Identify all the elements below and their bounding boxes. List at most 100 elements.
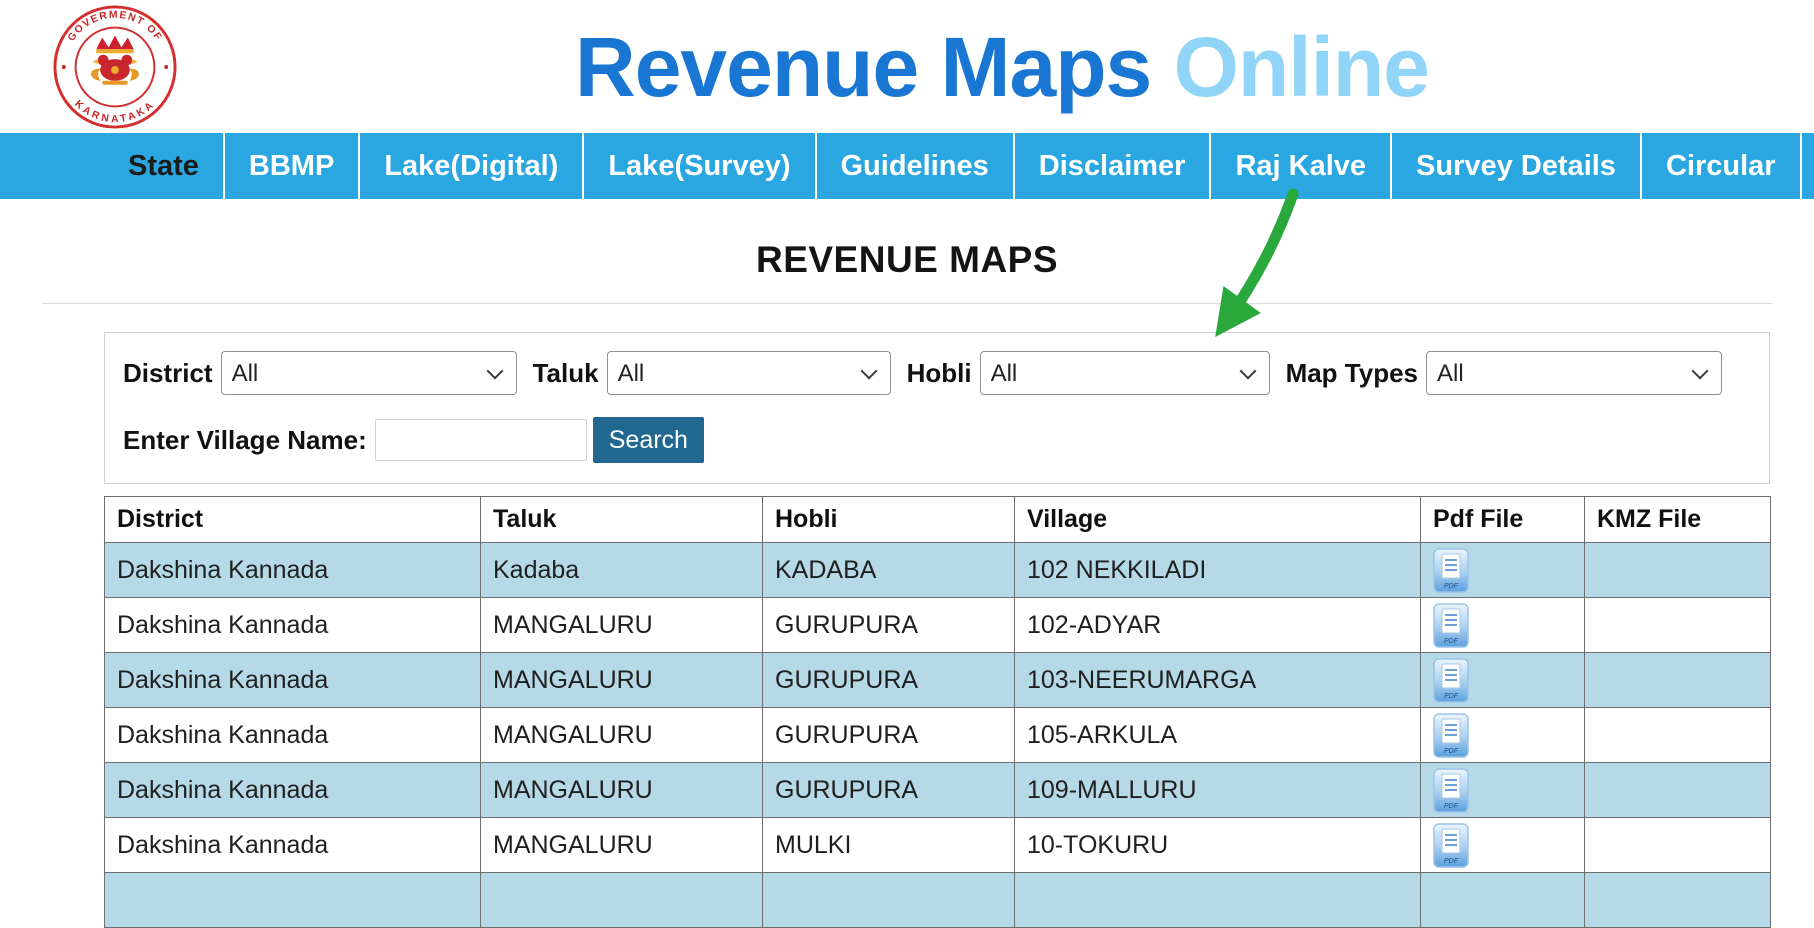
svg-text:PDF: PDF: [1444, 693, 1459, 700]
village-cell: 109-MALLURU: [1014, 762, 1421, 818]
pdf-file-icon[interactable]: PDF: [1433, 602, 1469, 648]
page-heading: REVENUE MAPS: [755, 239, 1059, 280]
kmz-file-cell: [1584, 762, 1771, 818]
taluk-cell: MANGALURU: [480, 597, 763, 653]
site-header: GOVERMENT OF KARNATAKA Revenue Maps Onli…: [0, 0, 1814, 133]
table-body: Dakshina Kannada Kadaba KADABA 102 NEKKI…: [104, 542, 1771, 928]
taluk-cell: MANGALURU: [480, 817, 763, 873]
nav-item-lake-digital[interactable]: Lake(Digital): [360, 133, 585, 199]
nav-item-label: Disclaimer: [1038, 149, 1186, 182]
village-cell: 10-TOKURU: [1014, 817, 1421, 873]
pdf-file-cell: PDF: [1420, 817, 1585, 873]
taluk-cell: Kadaba: [480, 542, 763, 598]
table-header-cell: Hobli: [762, 496, 1015, 543]
district-select[interactable]: All: [220, 351, 517, 395]
pdf-file-icon[interactable]: PDF: [1433, 657, 1469, 703]
site-title-secondary: Online: [1173, 19, 1430, 114]
village-cell: 102 NEKKILADI: [1014, 542, 1421, 598]
taluk-label: Taluk: [532, 357, 599, 388]
map-types-select-wrap: All: [1426, 351, 1722, 395]
nav-item-disclaimer[interactable]: Disclaimer: [1015, 133, 1212, 199]
taluk-select-wrap: All: [606, 351, 891, 395]
map-types-label: Map Types: [1285, 357, 1418, 388]
hobli-cell: KADABA: [762, 542, 1015, 598]
svg-text:PDF: PDF: [1444, 638, 1459, 645]
nav-item-bbmp[interactable]: BBMP: [225, 133, 361, 199]
table-header-row: District Taluk Hobli Village Pdf File KMZ Fil…: [104, 496, 1771, 543]
nav-item-label: State: [128, 149, 199, 182]
kmz-file-cell: [1584, 597, 1771, 653]
filter-panel: District All Taluk All Hobli All Map Typ…: [104, 332, 1770, 484]
nav-item-lake-survey[interactable]: Lake(Survey): [584, 133, 817, 199]
hobli-cell: GURUPURA: [762, 597, 1015, 653]
pdf-file-cell: PDF: [1420, 597, 1585, 653]
district-cell: Dakshina Kannada: [104, 762, 481, 818]
nav-item-label: Lake(Survey): [608, 149, 791, 182]
divider: [42, 303, 1772, 304]
taluk-cell: MANGALURU: [480, 707, 763, 763]
pdf-file-cell: PDF: [1420, 652, 1585, 708]
table-header-cell: KMZ File: [1584, 496, 1771, 543]
district-select-wrap: All: [220, 351, 517, 395]
table-header-cell: Pdf File: [1420, 496, 1585, 543]
nav-item-circular[interactable]: Circular: [1642, 133, 1802, 199]
nav-item-state[interactable]: State: [104, 133, 225, 199]
pdf-file-icon[interactable]: PDF: [1433, 822, 1469, 868]
svg-text:PDF: PDF: [1444, 748, 1459, 755]
kmz-file-cell: [1584, 707, 1771, 763]
svg-text:PDF: PDF: [1444, 583, 1459, 590]
hobli-cell: MULKI: [762, 817, 1015, 873]
site-title-primary: Revenue Maps: [575, 19, 1152, 114]
district-cell: Dakshina Kannada: [104, 652, 481, 708]
taluk-cell: MANGALURU: [480, 652, 763, 708]
table-row: Dakshina Kannada MANGALURU GURUPURA 103-…: [104, 652, 1771, 708]
dropdown-filter-row: District All Taluk All Hobli All Map Typ…: [123, 351, 1751, 395]
nav-item-raj-kalve[interactable]: Raj Kalve: [1211, 133, 1393, 199]
taluk-cell: MANGALURU: [480, 762, 763, 818]
table-row: Dakshina Kannada MANGALURU MULKI 10-TOKU…: [104, 817, 1771, 873]
nav-item-guidelines[interactable]: Guidelines: [817, 133, 1015, 199]
pdf-file-icon[interactable]: PDF: [1433, 767, 1469, 813]
nav-item-label: BBMP: [248, 149, 335, 182]
pdf-file-cell: PDF: [1420, 762, 1585, 818]
village-cell: 103-NEERUMARGA: [1014, 652, 1421, 708]
hobli-cell: GURUPURA: [762, 707, 1015, 763]
nav-item-label: Circular: [1665, 149, 1776, 182]
logo-container: GOVERMENT OF KARNATAKA: [0, 4, 230, 130]
hobli-select-wrap: All: [979, 351, 1270, 395]
hobli-cell: GURUPURA: [762, 652, 1015, 708]
site-title: Revenue Maps Online: [230, 25, 1814, 109]
pdf-file-cell: PDF: [1420, 542, 1585, 598]
map-types-select[interactable]: All: [1426, 351, 1722, 395]
nav-item-label: Survey Details: [1416, 149, 1616, 182]
district-cell: Dakshina Kannada: [104, 597, 481, 653]
pdf-file-cell: PDF: [1420, 707, 1585, 763]
svg-text:PDF: PDF: [1444, 803, 1459, 810]
nav-item-label: Guidelines: [840, 149, 989, 182]
table-row: Dakshina Kannada Kadaba KADABA 102 NEKKI…: [104, 542, 1771, 598]
kmz-file-cell: [1584, 542, 1771, 598]
village-name-input[interactable]: [374, 419, 587, 461]
village-cell: 102-ADYAR: [1014, 597, 1421, 653]
pdf-file-icon[interactable]: PDF: [1433, 712, 1469, 758]
table-header-cell: District: [104, 496, 481, 543]
table-row: Dakshina Kannada MANGALURU GURUPURA 109-…: [104, 762, 1771, 818]
nav-item-label: Raj Kalve: [1235, 149, 1367, 182]
table-row: Dakshina Kannada MANGALURU GURUPURA 105-…: [104, 707, 1771, 763]
karnataka-government-logo: GOVERMENT OF KARNATAKA: [53, 4, 177, 129]
taluk-select[interactable]: All: [606, 351, 891, 395]
hobli-select[interactable]: All: [979, 351, 1270, 395]
kmz-file-cell: [1584, 652, 1771, 708]
nav-item-survey-details[interactable]: Survey Details: [1392, 133, 1642, 199]
pdf-file-icon[interactable]: PDF: [1433, 547, 1469, 593]
district-cell: Dakshina Kannada: [104, 542, 481, 598]
district-cell: Dakshina Kannada: [104, 817, 481, 873]
village-search-row: Enter Village Name: Search: [123, 417, 1751, 463]
district-cell: Dakshina Kannada: [104, 707, 481, 763]
table-row: Dakshina Kannada MANGALURU GURUPURA 102-…: [104, 597, 1771, 653]
search-button[interactable]: Search: [592, 417, 704, 463]
nav-item-label: Lake(Digital): [384, 149, 559, 182]
district-label: District: [123, 357, 213, 388]
kmz-file-cell: [1584, 817, 1771, 873]
hobli-label: Hobli: [906, 357, 972, 388]
